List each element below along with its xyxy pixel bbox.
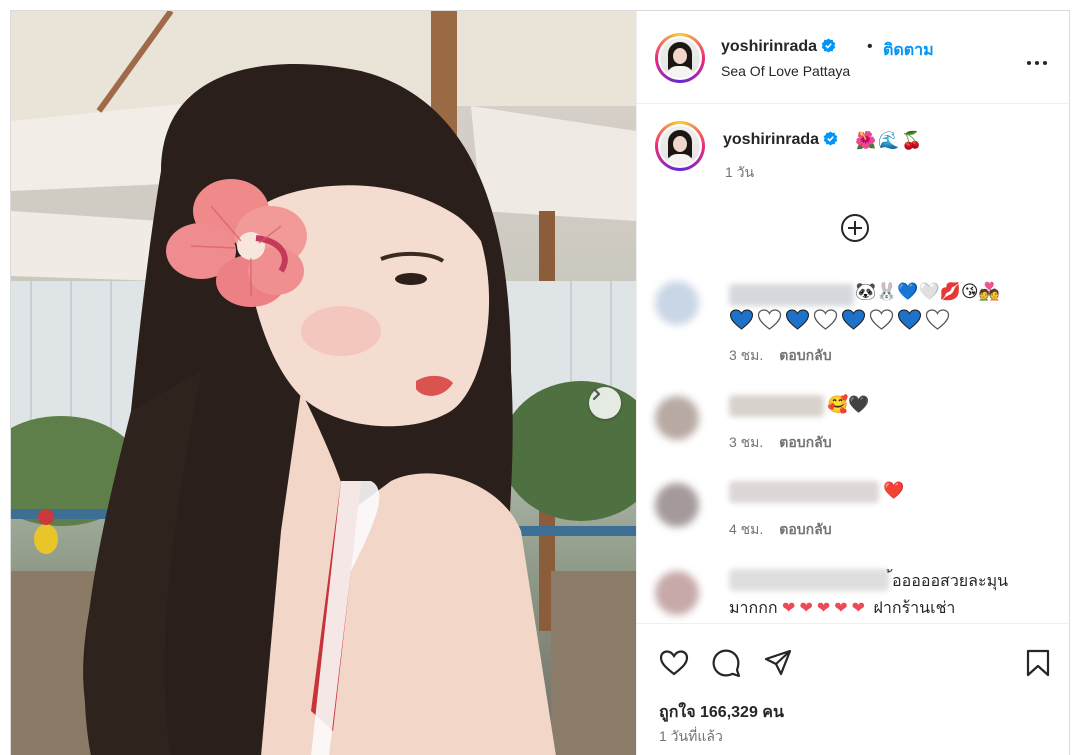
blue-heart-icon (897, 309, 922, 330)
next-slide-button[interactable] (589, 387, 621, 419)
comment-text: 🥰🖤 (827, 395, 870, 414)
separator-dot: • (867, 38, 873, 55)
follow-button[interactable]: ติดตาม (883, 38, 934, 63)
comment-author[interactable] (729, 395, 824, 417)
white-heart-icon (925, 309, 950, 330)
save-icon[interactable] (1023, 648, 1053, 678)
post-photo (11, 11, 636, 755)
red-hearts: ❤❤❤❤❤ (782, 600, 870, 617)
white-heart-icon (813, 309, 838, 330)
blue-heart-icon (785, 309, 810, 330)
comment-author[interactable] (729, 284, 854, 306)
more-icon[interactable] (1025, 58, 1049, 68)
blue-heart-icon (841, 309, 866, 330)
comment-text-line1: ้อออออสวยละมุน (892, 573, 1009, 590)
blue-heart-icon (729, 309, 754, 330)
heart-icon[interactable] (659, 648, 689, 678)
comment-meta: 4 ชม. ตอบกลับ (729, 519, 832, 541)
comment-text-prefix: มากกก (729, 600, 778, 617)
likes-count[interactable]: ถูกใจ 166,329 คน (659, 700, 784, 725)
chevron-right-icon (592, 387, 601, 401)
white-heart-icon (757, 309, 782, 330)
comment-text-line2: มากกก ❤❤❤❤❤ ฝากร้านเช่า (729, 596, 955, 621)
comment-meta: 3 ชม. ตอบกลับ (729, 345, 832, 367)
avatar[interactable] (655, 396, 699, 440)
reply-button[interactable]: ตอบกลับ (779, 521, 831, 537)
avatar[interactable] (655, 571, 699, 615)
white-heart-icon (869, 309, 894, 330)
caption-author[interactable]: yoshirinrada (723, 131, 838, 149)
comment-meta: 3 ชม. ตอบกลับ (729, 432, 832, 454)
caption-text: 🌺🌊🍒 (855, 131, 925, 150)
post-date: 1 วันที่แล้ว (659, 728, 723, 744)
reply-button[interactable]: ตอบกลับ (779, 434, 831, 450)
post-author[interactable]: yoshirinrada (721, 38, 836, 56)
caption-author-name[interactable]: yoshirinrada (723, 131, 819, 148)
avatar[interactable] (655, 33, 705, 83)
post-side-panel: yoshirinrada • ติดตาม Sea Of Love Pattay… (636, 11, 1069, 755)
comment-time: 3 ชม. (729, 347, 764, 363)
caption-avatar[interactable] (655, 121, 705, 171)
verified-icon (822, 38, 836, 53)
post-window: yoshirinrada • ติดตาม Sea Of Love Pattay… (10, 10, 1070, 755)
photo-illustration (11, 11, 636, 755)
comment-text: ❤️ (883, 481, 905, 500)
comment-author[interactable] (729, 481, 879, 503)
comment-time: 3 ชม. (729, 434, 764, 450)
avatar[interactable] (655, 483, 699, 527)
post-author-name[interactable]: yoshirinrada (721, 38, 817, 55)
reply-button[interactable]: ตอบกลับ (779, 347, 831, 363)
comment-time: 4 ชม. (729, 521, 764, 537)
avatar[interactable] (655, 281, 699, 325)
comment-author[interactable] (729, 569, 889, 591)
comment-icon[interactable] (711, 648, 741, 678)
plus-circle-icon[interactable] (839, 212, 871, 244)
post-actions: ถูกใจ 166,329 คน 1 วันที่แล้ว (637, 623, 1069, 755)
share-icon[interactable] (763, 648, 793, 678)
post-location[interactable]: Sea Of Love Pattaya (721, 63, 850, 79)
comment-hearts (729, 309, 950, 331)
verified-icon (824, 131, 838, 146)
caption-time: 1 วัน (725, 164, 755, 180)
post-header: yoshirinrada • ติดตาม Sea Of Love Pattay… (637, 11, 1069, 104)
comment-text: 🐼🐰💙🤍💋😘💑 (855, 282, 1000, 301)
comment-text-suffix: ฝากร้านเช่า (873, 600, 956, 617)
